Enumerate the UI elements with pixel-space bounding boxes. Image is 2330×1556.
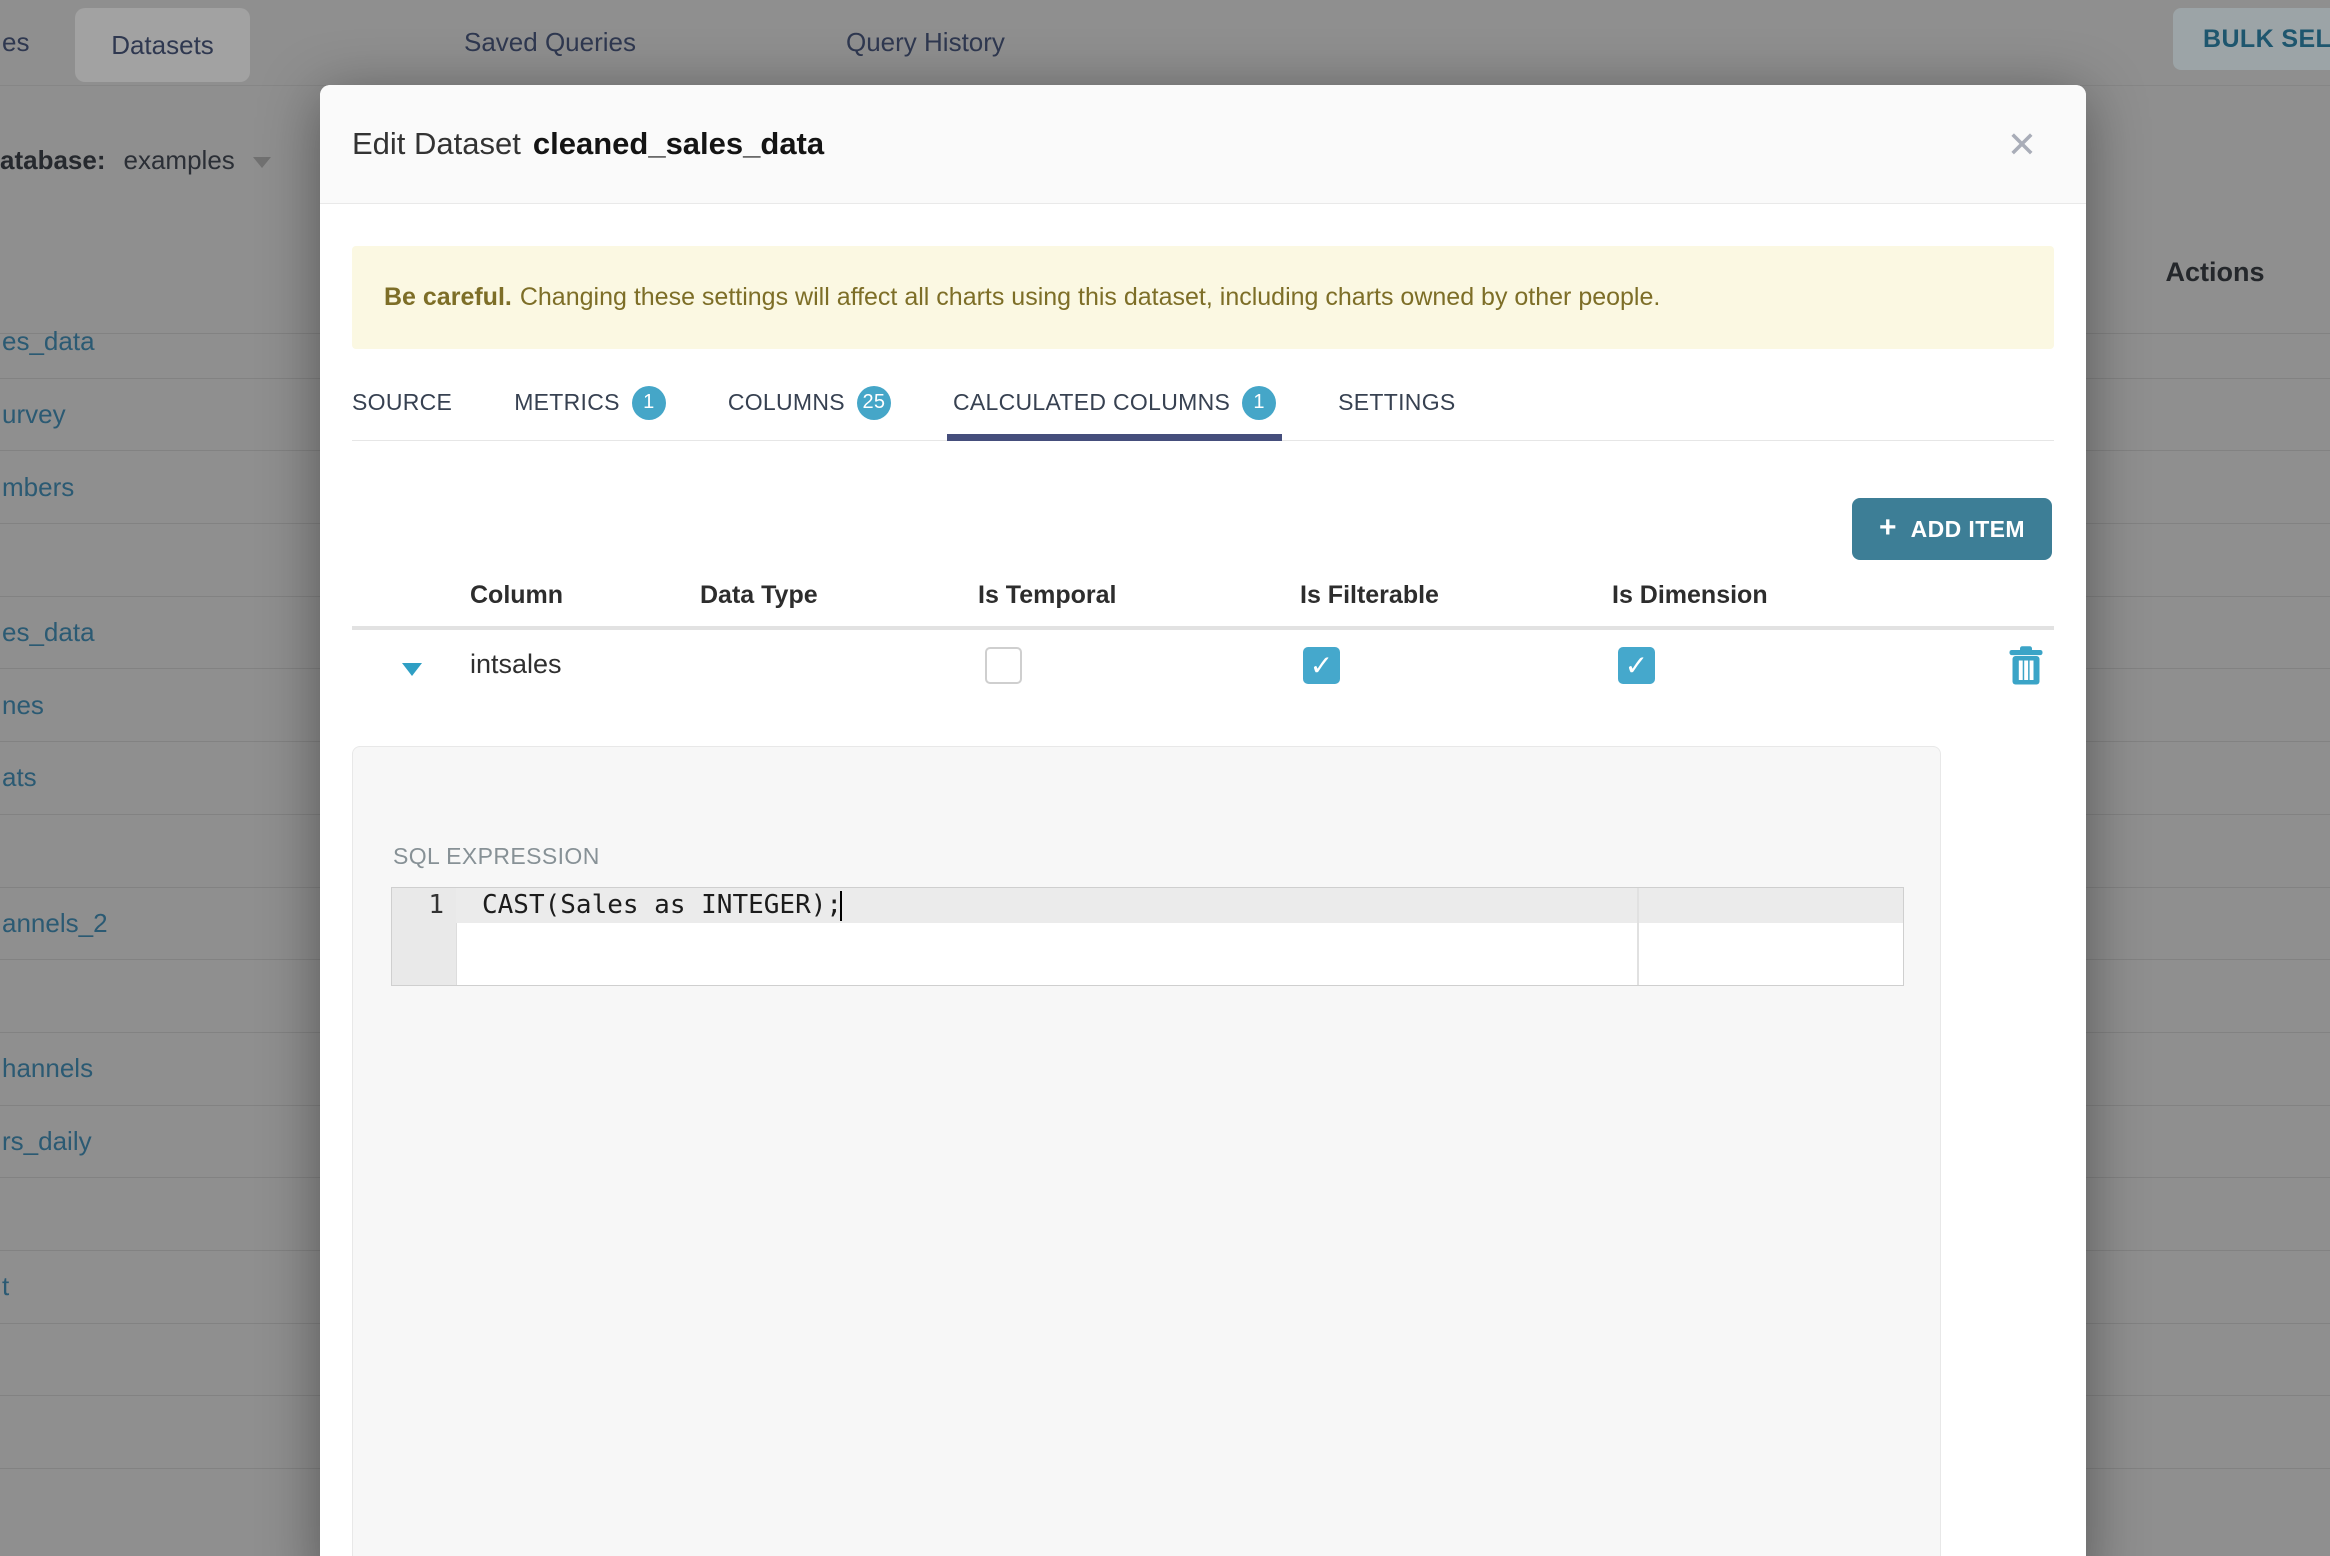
tab-label: CALCULATED COLUMNS (952, 389, 1231, 415)
tab-metrics[interactable]: METRICS 1 (514, 365, 666, 440)
tab-settings[interactable]: SETTINGS (1338, 365, 1455, 440)
col-header-data-type: Data Type (700, 581, 818, 609)
nav-item-saved-queries[interactable]: Saved Queries (464, 0, 636, 85)
dataset-link[interactable]: es_data (0, 326, 95, 357)
dataset-link[interactable]: rs_daily (0, 1126, 92, 1157)
add-item-button[interactable]: + ADD ITEM (1852, 498, 2052, 560)
actions-column-header: Actions (2165, 256, 2265, 287)
col-header-is-temporal: Is Temporal (978, 581, 1117, 609)
dataset-link[interactable]: ats (0, 762, 37, 793)
header-underline (352, 626, 2054, 630)
editor-print-margin (1637, 888, 1639, 985)
dataset-link[interactable]: t (0, 1271, 9, 1302)
modal-title: Edit Dataset cleaned_sales_data (352, 85, 824, 203)
tab-columns[interactable]: COLUMNS 25 (728, 365, 891, 440)
tab-label: COLUMNS (727, 389, 845, 415)
editor-line-number: 1 (428, 890, 444, 920)
delete-icon[interactable] (2008, 645, 2044, 685)
column-name: intsales (470, 649, 562, 679)
modal-title-prefix: Edit Dataset (352, 126, 521, 161)
warning-bold: Be careful. (384, 283, 512, 311)
col-header-column: Column (470, 581, 564, 609)
count-badge: 25 (856, 385, 891, 420)
warning-text: Changing these settings will affect all … (519, 283, 1661, 311)
dataset-link[interactable]: urvey (0, 399, 66, 430)
modal-title-dataset-name: cleaned_sales_data (532, 126, 825, 161)
count-badge: 1 (1242, 385, 1277, 420)
col-header-is-filterable: Is Filterable (1300, 581, 1439, 609)
is-temporal-checkbox[interactable] (985, 647, 1022, 684)
tab-calculated-columns[interactable]: CALCULATED COLUMNS 1 (946, 365, 1283, 441)
is-dimension-checkbox[interactable] (1618, 647, 1655, 684)
database-value[interactable]: examples (124, 145, 235, 176)
edit-dataset-modal: Edit Dataset cleaned_sales_data ✕ Be car… (320, 85, 2086, 1556)
nav-item-fragment[interactable]: es (2, 0, 29, 85)
col-header-is-dimension: Is Dimension (1612, 581, 1768, 609)
screen: es Datasets Saved Queries Query History … (0, 0, 2330, 1556)
bulk-select-button[interactable]: BULK SELECT (2173, 8, 2330, 70)
database-label: atabase: (0, 144, 106, 175)
column-detail-panel: SQL EXPRESSION 1 CAST(Sales as INTEGER);… (352, 746, 1941, 1556)
database-filter[interactable]: atabase: examples (0, 128, 271, 192)
tab-label: SETTINGS (1338, 389, 1456, 415)
warning-banner: Be careful. Changing these settings will … (352, 246, 2054, 349)
sql-expression-label: SQL EXPRESSION (393, 843, 600, 869)
nav-item-query-history[interactable]: Query History (846, 0, 1005, 85)
dataset-link[interactable]: annels_2 (0, 908, 108, 939)
dataset-link[interactable]: es_data (0, 617, 95, 648)
dataset-link[interactable]: mbers (0, 472, 74, 503)
nav-item-datasets[interactable]: Datasets (75, 8, 250, 82)
is-filterable-checkbox[interactable] (1303, 647, 1340, 684)
tab-source[interactable]: SOURCE (352, 365, 452, 440)
close-icon[interactable]: ✕ (2000, 123, 2044, 167)
dataset-link[interactable]: hannels (0, 1053, 93, 1084)
dataset-link[interactable]: nes (0, 690, 44, 721)
modal-tabs: SOURCE METRICS 1 COLUMNS 25 CALCULATED C… (352, 365, 2054, 441)
tab-label: METRICS (514, 389, 620, 415)
modal-header: Edit Dataset cleaned_sales_data ✕ (320, 85, 2086, 204)
tab-label: SOURCE (352, 389, 453, 415)
plus-icon: + (1879, 510, 1897, 544)
sql-editor[interactable]: 1 CAST(Sales as INTEGER); (391, 887, 1904, 986)
editor-code[interactable]: CAST(Sales as INTEGER); (482, 888, 842, 923)
count-badge: 1 (631, 385, 666, 420)
chevron-down-icon (252, 156, 271, 168)
expand-caret-icon[interactable] (402, 663, 422, 676)
add-item-label: ADD ITEM (1910, 515, 2025, 542)
editor-cursor (840, 891, 842, 921)
